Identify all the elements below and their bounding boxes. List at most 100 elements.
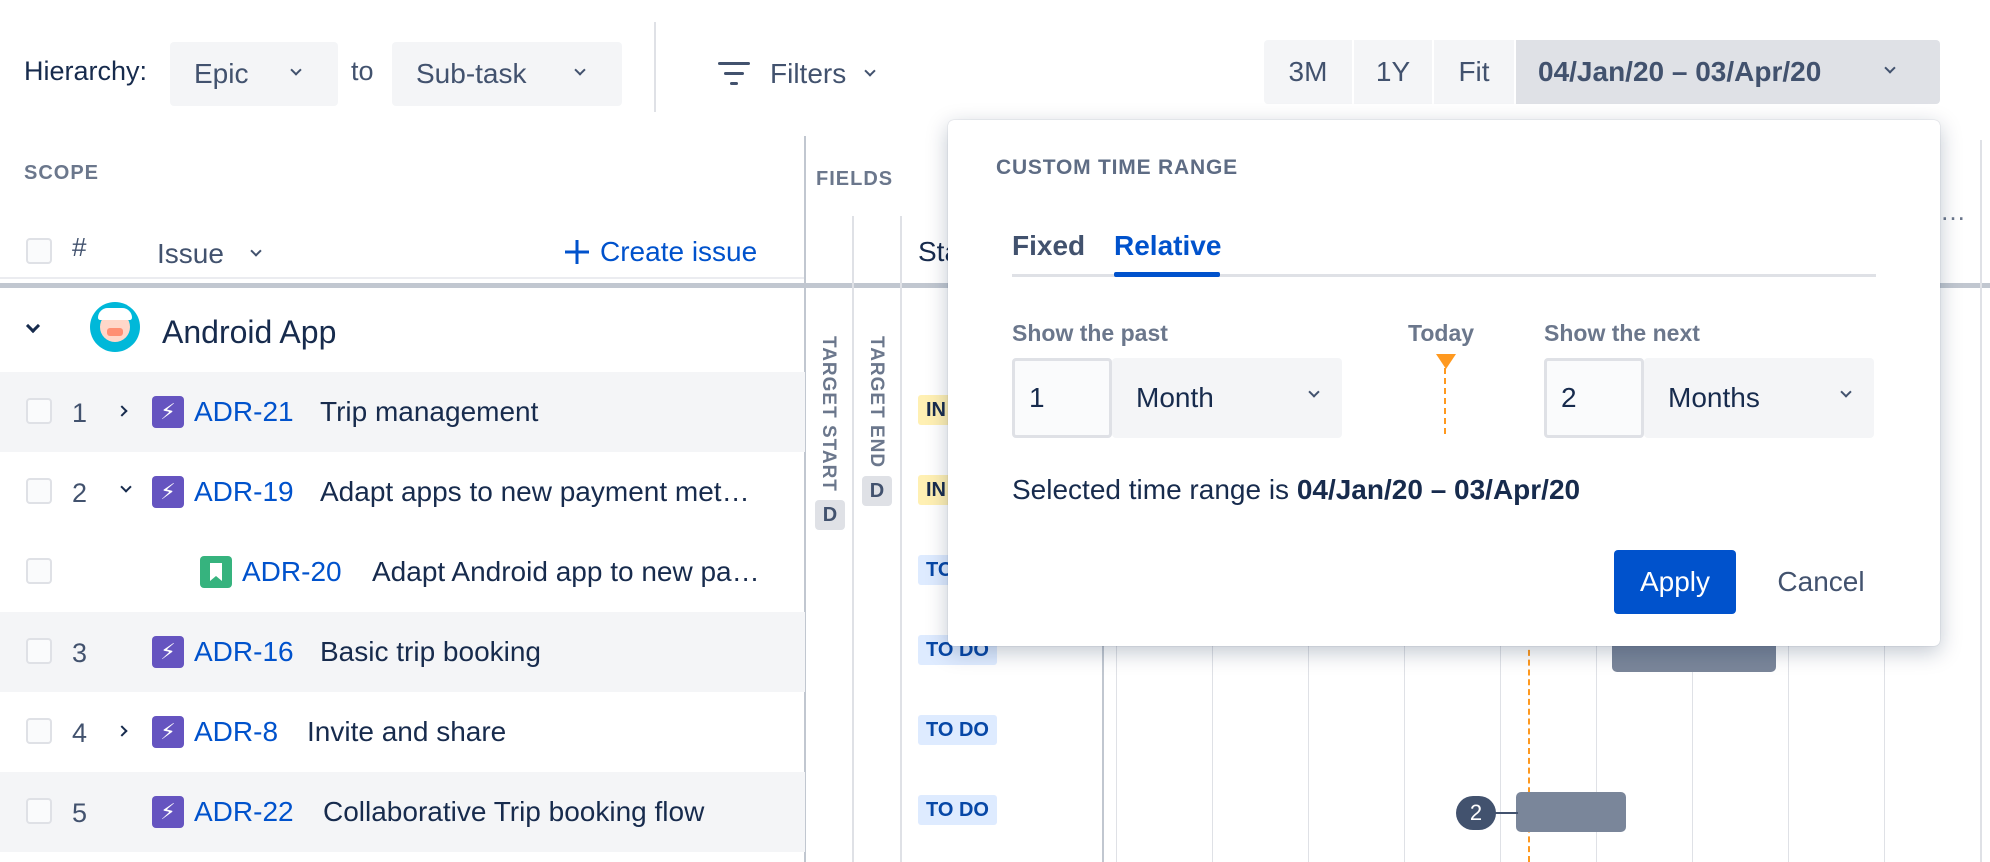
- issue-title[interactable]: Invite and share: [307, 716, 777, 748]
- today-label: Today: [1408, 320, 1475, 346]
- row-checkbox[interactable]: [26, 638, 52, 664]
- issue-title[interactable]: Trip management: [320, 396, 790, 428]
- expand-toggle[interactable]: [116, 402, 128, 420]
- epic-icon: ⚡: [152, 476, 184, 508]
- target-start-header: TARGET START: [818, 336, 839, 492]
- toolbar-divider: [654, 22, 656, 112]
- issue-title[interactable]: Adapt Android app to new pa…: [372, 556, 772, 588]
- epic-icon: ⚡: [152, 716, 184, 748]
- filter-icon: [718, 62, 750, 85]
- timeline-gridline: [1788, 640, 1789, 862]
- row-checkbox[interactable]: [26, 718, 52, 744]
- apply-button[interactable]: Apply: [1614, 550, 1736, 614]
- expand-toggle[interactable]: [116, 722, 128, 740]
- create-issue-button[interactable]: Create issue: [564, 236, 757, 268]
- next-unit-value: Months: [1668, 382, 1760, 413]
- dependency-count-badge[interactable]: 2: [1456, 796, 1496, 830]
- dependency-connector: [1494, 812, 1518, 814]
- range-1y-button[interactable]: 1Y: [1354, 40, 1432, 104]
- issue-title[interactable]: Basic trip booking: [320, 636, 790, 668]
- expand-toggle[interactable]: [120, 478, 132, 496]
- issue-column-header[interactable]: Issue: [157, 238, 262, 270]
- timeline-right-border: [1980, 140, 1982, 862]
- past-amount-input[interactable]: 1: [1012, 358, 1112, 438]
- timeline-overflow-ellipsis: …: [1940, 196, 1966, 226]
- chevron-down-icon: [1840, 386, 1852, 398]
- date-type-chip: D: [815, 500, 845, 530]
- epic-icon: ⚡: [152, 636, 184, 668]
- row-number: 2: [72, 478, 88, 508]
- chevron-right-icon: [116, 725, 128, 737]
- selected-range-value: 04/Jan/20 – 03/Apr/20: [1296, 474, 1581, 505]
- past-unit-value: Month: [1136, 382, 1214, 413]
- range-fit-button[interactable]: Fit: [1434, 40, 1514, 104]
- chevron-down-icon: [574, 64, 586, 76]
- target-end-header: TARGET END: [866, 336, 887, 469]
- show-past-label: Show the past: [1012, 320, 1168, 346]
- field-col-divider: [900, 216, 902, 862]
- next-unit-select[interactable]: Months: [1644, 358, 1874, 438]
- issue-key-link[interactable]: ADR-19: [194, 476, 294, 508]
- epic-icon: ⚡: [152, 796, 184, 828]
- row-checkbox[interactable]: [26, 398, 52, 424]
- chevron-down-icon: [120, 481, 132, 493]
- row-number: 1: [72, 398, 88, 428]
- issue-key-link[interactable]: ADR-21: [194, 396, 294, 428]
- past-unit-select[interactable]: Month: [1112, 358, 1342, 438]
- table-row[interactable]: 2 ⚡ ADR-19 Adapt apps to new payment met…: [0, 452, 805, 532]
- row-checkbox[interactable]: [26, 478, 52, 504]
- hierarchy-from-value: Epic: [194, 58, 249, 89]
- hierarchy-to-select[interactable]: Sub-task: [392, 42, 622, 106]
- story-icon: [200, 556, 232, 588]
- selected-range-summary: Selected time range is 04/Jan/20 – 03/Ap…: [1012, 474, 1580, 506]
- date-type-chip: D: [862, 476, 892, 506]
- cancel-button[interactable]: Cancel: [1756, 550, 1886, 614]
- chevron-down-icon: [250, 245, 262, 257]
- issue-key-link[interactable]: ADR-16: [194, 636, 294, 668]
- row-checkbox[interactable]: [26, 798, 52, 824]
- issue-key-link[interactable]: ADR-8: [194, 716, 278, 748]
- issue-key-link[interactable]: ADR-22: [194, 796, 294, 828]
- table-row[interactable]: 5 ⚡ ADR-22 Collaborative Trip booking fl…: [0, 772, 805, 852]
- tab-relative[interactable]: Relative: [1114, 230, 1221, 262]
- timeline-gridline: [1212, 640, 1213, 862]
- active-tab-indicator: [1114, 272, 1220, 277]
- row-checkbox[interactable]: [26, 558, 52, 584]
- table-row[interactable]: ADR-20 Adapt Android app to new pa…: [0, 532, 805, 612]
- today-marker-icon: [1436, 354, 1456, 369]
- chevron-down-icon: [25, 318, 41, 334]
- hierarchy-to-label: to: [351, 56, 374, 86]
- create-issue-label: Create issue: [600, 236, 758, 267]
- timeline-gridline: [1308, 640, 1309, 862]
- row-number: 3: [72, 638, 88, 668]
- today-marker-line: [1444, 368, 1446, 434]
- table-row[interactable]: 4 ⚡ ADR-8 Invite and share: [0, 692, 805, 772]
- hierarchy-from-select[interactable]: Epic: [170, 42, 338, 106]
- timeline-bar[interactable]: [1516, 792, 1626, 832]
- project-collapse-toggle[interactable]: [25, 318, 41, 336]
- status-badge: TO DO: [918, 795, 997, 825]
- row-number: 4: [72, 718, 88, 748]
- chevron-down-icon: [290, 64, 302, 76]
- date-range-value: 04/Jan/20 – 03/Apr/20: [1538, 56, 1822, 87]
- chevron-down-icon: [1308, 386, 1320, 398]
- timeline-gridline: [1500, 640, 1501, 862]
- issue-title[interactable]: Collaborative Trip booking flow: [323, 796, 793, 828]
- date-range-select[interactable]: 04/Jan/20 – 03/Apr/20: [1516, 40, 1940, 104]
- range-3m-button[interactable]: 3M: [1264, 40, 1352, 104]
- epic-icon: ⚡: [152, 396, 184, 428]
- issue-title[interactable]: Adapt apps to new payment met…: [320, 476, 790, 508]
- select-all-checkbox[interactable]: [26, 238, 52, 264]
- next-amount-input[interactable]: 2: [1544, 358, 1644, 438]
- timeline-gridline: [1884, 640, 1885, 862]
- table-row[interactable]: 3 ⚡ ADR-16 Basic trip booking: [0, 612, 805, 692]
- hierarchy-to-value: Sub-task: [416, 58, 527, 89]
- issue-key-link[interactable]: ADR-20: [242, 556, 342, 588]
- tab-fixed[interactable]: Fixed: [1012, 230, 1085, 262]
- table-row[interactable]: 1 ⚡ ADR-21 Trip management: [0, 372, 805, 452]
- timeline-gridline: [1404, 640, 1405, 862]
- filters-button[interactable]: Filters: [716, 42, 896, 106]
- popover-title: CUSTOM TIME RANGE: [996, 156, 1238, 179]
- timeline-left-border: [1102, 640, 1104, 862]
- scope-heading: SCOPE: [24, 162, 100, 184]
